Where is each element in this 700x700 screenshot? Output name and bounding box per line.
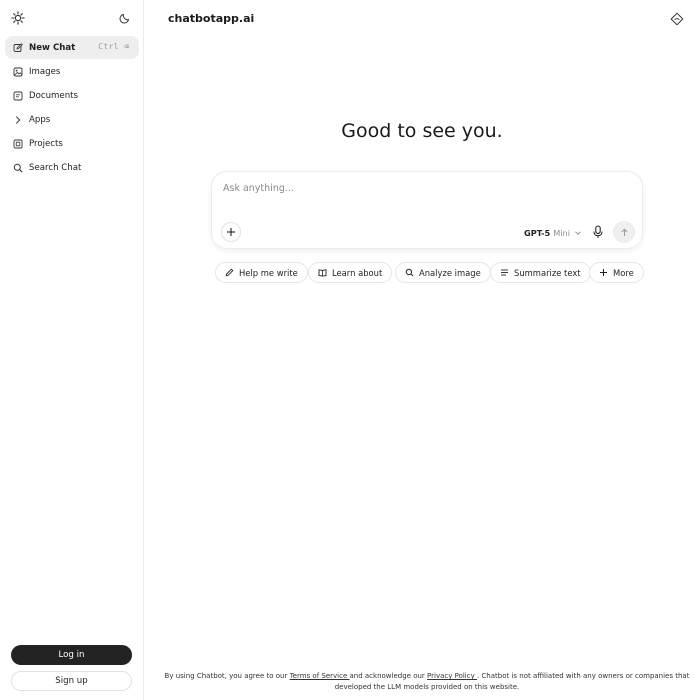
sidebar-nav: New Chat Ctrl ⌫ Images Documents Apps Pr… [5, 36, 139, 181]
legal-footer: By using Chatbot, you agree to our Terms… [156, 671, 698, 692]
arrow-up-icon [620, 228, 628, 236]
chip-label: Analyze image [419, 267, 481, 278]
search-icon [405, 268, 414, 277]
plus-icon [599, 268, 608, 277]
login-button[interactable]: Log in [11, 645, 132, 665]
footer-text: and acknowledge our [349, 672, 428, 680]
chat-composer: GPT-5 Mini [211, 171, 643, 249]
customize-icon[interactable] [670, 12, 684, 26]
microphone-icon[interactable] [592, 225, 604, 239]
new-chat-icon [13, 42, 23, 53]
chip-label: More [613, 267, 634, 278]
sidebar: New Chat Ctrl ⌫ Images Documents Apps Pr… [0, 0, 144, 700]
logo-icon[interactable] [11, 11, 25, 25]
sidebar-item-new-chat[interactable]: New Chat Ctrl ⌫ [5, 36, 139, 59]
search-icon [13, 163, 23, 173]
lines-icon [500, 268, 509, 277]
signup-button[interactable]: Sign up [11, 671, 132, 691]
chip-help-me-write[interactable]: Help me write [215, 262, 308, 283]
footer-text: By using Chatbot, you agree to our [164, 672, 290, 680]
sidebar-item-label: Search Chat [29, 163, 82, 174]
privacy-policy-link[interactable]: Privacy Policy [427, 672, 477, 680]
document-icon [13, 91, 23, 101]
chip-label: Help me write [239, 267, 298, 278]
sidebar-item-label: Documents [29, 90, 78, 101]
sidebar-item-label: Projects [29, 139, 63, 150]
chip-label: Summarize text [514, 267, 581, 278]
sidebar-item-search-chat[interactable]: Search Chat [5, 157, 139, 180]
chip-label: Learn about [332, 267, 383, 278]
greeting-heading: Good to see you. [341, 120, 503, 142]
sidebar-item-label: Apps [29, 115, 51, 126]
model-selector[interactable]: GPT-5 Mini [524, 228, 582, 238]
brand-title[interactable]: chatbotapp.ai [168, 12, 254, 25]
image-icon [13, 67, 23, 77]
book-icon [318, 268, 327, 277]
moon-icon[interactable] [119, 12, 131, 24]
attach-button[interactable] [221, 222, 241, 242]
model-variant: Mini [553, 228, 571, 238]
main-area: chatbotapp.ai Good to see you. GPT-5 Min… [144, 0, 700, 700]
chip-summarize-text[interactable]: Summarize text [490, 262, 591, 283]
sidebar-header [11, 11, 133, 27]
folder-icon [13, 139, 23, 149]
model-name: GPT-5 [524, 228, 551, 238]
message-input[interactable] [223, 183, 603, 194]
sidebar-item-documents[interactable]: Documents [5, 84, 139, 107]
sidebar-item-label: Images [29, 66, 61, 77]
keyboard-shortcut: Ctrl ⌫ [98, 42, 129, 51]
chip-analyze-image[interactable]: Analyze image [395, 262, 491, 283]
sidebar-item-apps[interactable]: Apps [5, 109, 139, 132]
sidebar-item-images[interactable]: Images [5, 60, 139, 83]
chip-more[interactable]: More [589, 262, 644, 283]
chip-learn-about[interactable]: Learn about [308, 262, 393, 283]
send-button[interactable] [613, 221, 635, 243]
chevron-right-icon [13, 115, 23, 125]
terms-of-service-link[interactable]: Terms of Service [290, 672, 350, 680]
chevron-down-icon [575, 231, 581, 235]
pencil-icon [225, 268, 234, 277]
sidebar-item-label: New Chat [29, 42, 76, 53]
plus-icon [227, 228, 235, 236]
sidebar-item-projects[interactable]: Projects [5, 133, 139, 156]
